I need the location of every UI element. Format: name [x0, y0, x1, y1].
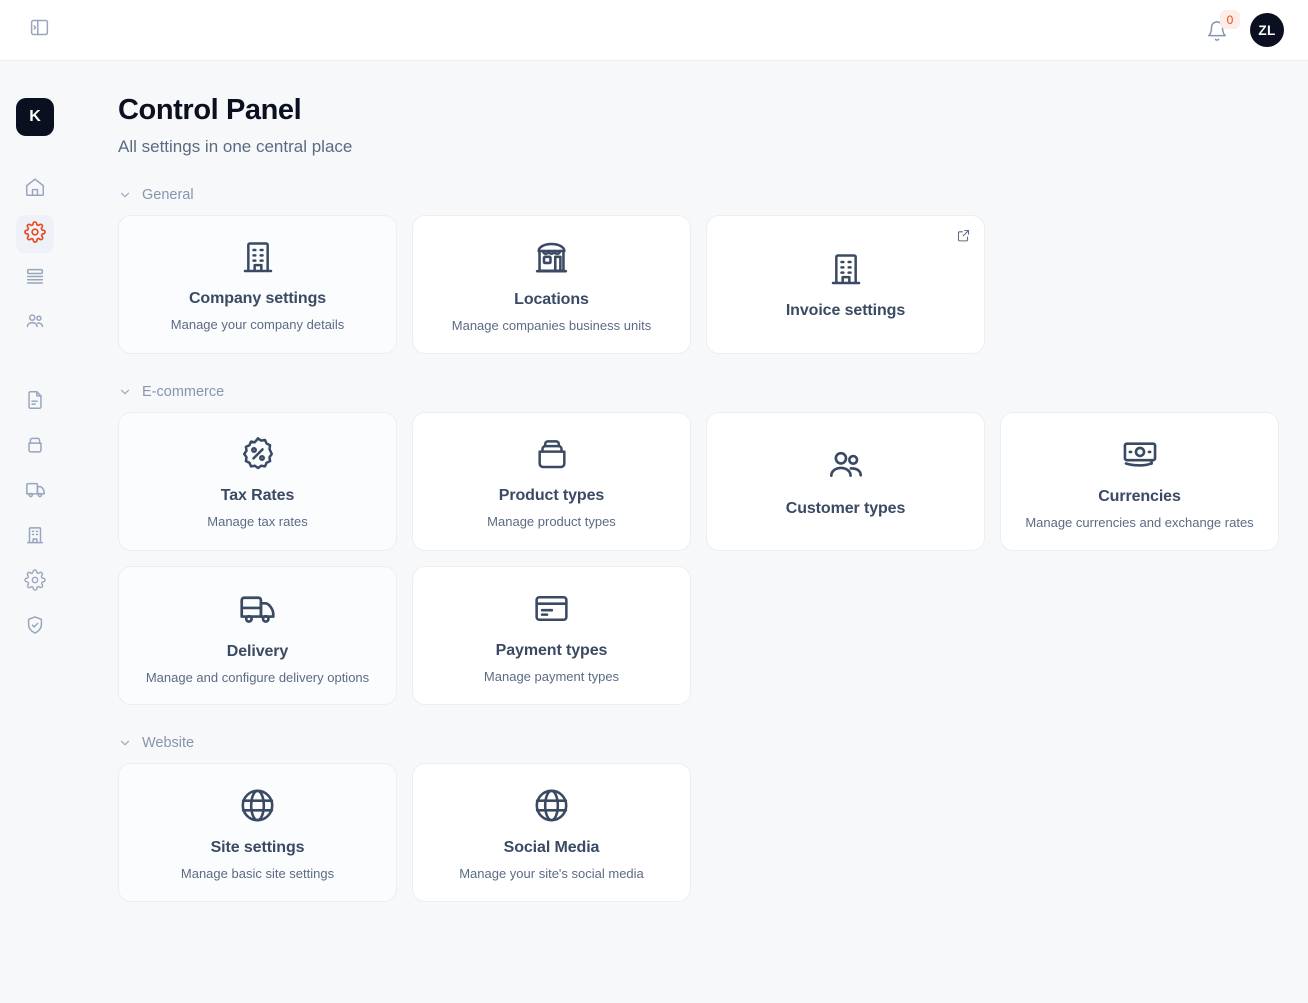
- sidebar-item-documents[interactable]: [16, 383, 54, 421]
- file-icon: [24, 389, 46, 416]
- top-bar: 0 ZL: [0, 0, 1308, 61]
- settings-card[interactable]: Product types Manage product types: [412, 412, 691, 551]
- building-icon: [238, 237, 278, 277]
- avatar[interactable]: ZL: [1250, 13, 1284, 47]
- settings-card-description: Manage tax rates: [207, 514, 307, 529]
- settings-card-title: Currencies: [1098, 488, 1181, 506]
- settings-card-title: Invoice settings: [786, 302, 905, 320]
- settings-card[interactable]: Currencies Manage currencies and exchange…: [1000, 412, 1279, 551]
- chevron-down-icon: [118, 385, 132, 399]
- settings-card[interactable]: Company settings Manage your company deta…: [118, 215, 397, 354]
- people-icon: [825, 445, 867, 487]
- settings-card[interactable]: Locations Manage companies business units: [412, 215, 691, 354]
- section-header-ecommerce[interactable]: E-commerce: [118, 384, 1280, 400]
- settings-card-description: Manage your company details: [171, 317, 344, 332]
- sidebar-toggle-button[interactable]: [22, 13, 56, 47]
- sidebar-item-settings[interactable]: [16, 215, 54, 253]
- section-website: Website Site settings Manage basic site s…: [118, 735, 1280, 902]
- truck-icon: [24, 478, 47, 506]
- external-link-icon[interactable]: [956, 228, 971, 243]
- settings-card-description: Manage companies business units: [452, 318, 651, 333]
- settings-card-description: Manage your site's social media: [459, 866, 644, 881]
- sidebar-item-security[interactable]: [16, 608, 54, 646]
- home-icon: [24, 176, 46, 203]
- people-icon: [24, 310, 47, 338]
- app-logo[interactable]: K: [16, 98, 54, 136]
- card-grid-general: Company settings Manage your company deta…: [118, 215, 1280, 354]
- sidebar-toggle-icon: [29, 17, 50, 43]
- box-icon: [24, 434, 46, 461]
- main-content: Control Panel All settings in one centra…: [70, 61, 1308, 1003]
- section-header-general[interactable]: General: [118, 187, 1280, 203]
- section-header-website[interactable]: Website: [118, 735, 1280, 751]
- settings-card[interactable]: Customer types: [706, 412, 985, 551]
- truck-icon: [236, 587, 279, 630]
- chevron-down-icon: [118, 736, 132, 750]
- top-bar-actions: 0 ZL: [1206, 13, 1284, 47]
- percent-badge-icon: [238, 434, 278, 474]
- sidebar-item-customers[interactable]: [16, 305, 54, 343]
- shield-check-icon: [24, 614, 46, 641]
- sidebar-item-products[interactable]: [16, 428, 54, 466]
- globe-icon: [531, 785, 572, 826]
- notifications-button[interactable]: 0: [1206, 15, 1232, 45]
- section-title: E-commerce: [142, 384, 224, 400]
- banknote-icon: [1119, 433, 1161, 475]
- settings-card[interactable]: Invoice settings: [706, 215, 985, 354]
- settings-card-title: Product types: [499, 487, 604, 505]
- settings-card-description: Manage payment types: [484, 669, 619, 684]
- settings-card-title: Delivery: [227, 643, 288, 661]
- list-lines-icon: [24, 266, 46, 293]
- sidebar-item-delivery[interactable]: [16, 473, 54, 511]
- notification-badge: 0: [1220, 10, 1240, 29]
- settings-card-title: Payment types: [496, 642, 608, 660]
- sidebar-item-company[interactable]: [16, 518, 54, 556]
- settings-card-title: Tax Rates: [221, 487, 295, 505]
- sidebar-item-home[interactable]: [16, 170, 54, 208]
- settings-card[interactable]: Social Media Manage your site's social me…: [412, 763, 691, 902]
- settings-sections: General Company settings Manage your comp…: [118, 187, 1280, 902]
- bell-icon: [1206, 29, 1228, 46]
- settings-card[interactable]: Delivery Manage and configure delivery op…: [118, 566, 397, 705]
- sidebar: K: [0, 61, 70, 1003]
- section-general: General Company settings Manage your comp…: [118, 187, 1280, 354]
- settings-card-title: Customer types: [786, 500, 906, 518]
- building-icon: [24, 524, 46, 551]
- settings-card-description: Manage product types: [487, 514, 616, 529]
- sidebar-item-preferences[interactable]: [16, 563, 54, 601]
- sidebar-item-lists[interactable]: [16, 260, 54, 298]
- card-grid-ecommerce: Tax Rates Manage tax rates Product types M…: [118, 412, 1280, 705]
- settings-card[interactable]: Tax Rates Manage tax rates: [118, 412, 397, 551]
- settings-card[interactable]: Site settings Manage basic site settings: [118, 763, 397, 902]
- settings-card-description: Manage basic site settings: [181, 866, 334, 881]
- card-grid-website: Site settingsManage basic site settings …: [118, 763, 1280, 902]
- globe-icon: [237, 785, 278, 826]
- gear-icon: [24, 221, 46, 248]
- credit-card-icon: [531, 588, 572, 629]
- storefront-icon: [531, 237, 572, 278]
- box-icon: [532, 434, 572, 474]
- settings-card[interactable]: Payment types Manage payment types: [412, 566, 691, 705]
- page-subtitle: All settings in one central place: [118, 137, 1280, 157]
- settings-card-description: Manage and configure delivery options: [146, 670, 369, 685]
- page-title: Control Panel: [118, 94, 1280, 127]
- section-title: Website: [142, 735, 194, 751]
- section-title: General: [142, 187, 194, 203]
- settings-card-title: Locations: [514, 291, 589, 309]
- section-ecommerce: E-commerce Tax Rates Manage tax rates Pro…: [118, 384, 1280, 705]
- settings-card-title: Social Media: [504, 839, 600, 857]
- gear-outline-icon: [24, 569, 46, 596]
- settings-card-description: Manage currencies and exchange rates: [1025, 515, 1253, 530]
- settings-card-title: Company settings: [189, 290, 326, 308]
- chevron-down-icon: [118, 188, 132, 202]
- settings-card-title: Site settings: [211, 839, 305, 857]
- building-icon: [826, 249, 866, 289]
